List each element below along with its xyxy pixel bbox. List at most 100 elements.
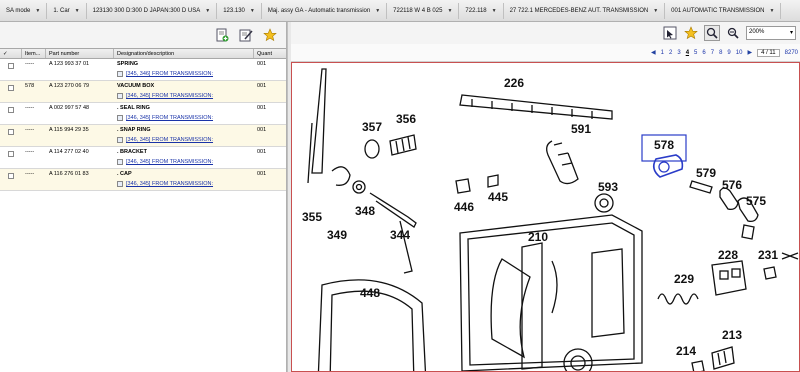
callout-label[interactable]: 591 [571, 122, 591, 136]
breadcrumb-item[interactable]: 27 722.1 MERCEDES-BENZ AUT. TRANSMISSION… [504, 2, 666, 19]
document-icon [117, 181, 123, 187]
item-number: ----- [25, 61, 35, 67]
breadcrumb-item[interactable]: 722.118 ▼ [459, 2, 504, 19]
table-row[interactable]: ----- A 115 994 29 35 . SNAP RING [346, 345… [0, 125, 286, 147]
col-header-item[interactable]: Item... [22, 49, 46, 58]
callout-label[interactable]: 445 [488, 190, 508, 204]
page-navigator: ◀ 1 2 3 4 5 6 7 8 9 10 ▶ 4 / 11 8270 [291, 44, 800, 62]
row-checkbox[interactable] [8, 63, 14, 69]
parts-list-toolbar [0, 22, 286, 48]
callout-label[interactable]: 355 [302, 210, 322, 224]
page-link[interactable]: 5 [694, 50, 697, 56]
callout-label[interactable]: 448 [360, 286, 380, 300]
edit-note-icon[interactable] [238, 27, 254, 43]
breadcrumb-item[interactable]: Maj. assy GA - Automatic transmission ▼ [262, 2, 388, 19]
zoom-out-icon[interactable] [725, 25, 741, 41]
next-page-icon[interactable]: ▶ [747, 49, 752, 56]
favorite-star-icon[interactable] [683, 25, 699, 41]
footnote-link[interactable]: [346, 345] FROM TRANSMISSION: [117, 159, 251, 165]
callout-label[interactable]: 231 [758, 248, 778, 262]
col-header-quantity[interactable]: Quant [254, 49, 285, 58]
breadcrumb-label: 27 722.1 MERCEDES-BENZ AUT. TRANSMISSION [509, 7, 649, 14]
zoom-area-icon[interactable] [704, 25, 720, 41]
part-number: A 116 276 01 83 [49, 171, 89, 177]
col-header-check[interactable]: ✓ [0, 49, 22, 58]
table-row[interactable]: ----- A 002 997 57 48 . SEAL RING [346, 345… [0, 103, 286, 125]
document-icon [117, 93, 123, 99]
page-link[interactable]: 6 [702, 50, 705, 56]
part-designation: SPRING [117, 61, 139, 67]
drawing-toolbar: 200% ▾ [291, 22, 800, 44]
callout-label[interactable]: 356 [396, 112, 416, 126]
chevron-down-icon: ▼ [447, 7, 453, 14]
breadcrumb-label: 001 AUTOMATIC TRANSMISSION [671, 7, 765, 14]
table-row[interactable]: ----- A 114 277 02 40 . BRACKET [346, 345] … [0, 147, 286, 169]
row-checkbox[interactable] [8, 173, 14, 179]
page-link[interactable]: 8 [719, 50, 722, 56]
favorite-star-icon[interactable] [262, 27, 278, 43]
breadcrumb-item[interactable]: 1. Car ▼ [47, 2, 87, 19]
breadcrumb-item[interactable]: 123.130 ▼ [217, 2, 262, 19]
table-row[interactable]: 578 A 123 270 06 79 VACUUM BOX [346, 345] F… [0, 81, 286, 103]
item-number: ----- [25, 127, 35, 133]
exploded-parts-drawing[interactable]: 226 578 357 356 591 579 576 593 575 355 348 349 344 4… [291, 62, 800, 372]
page-link[interactable]: 3 [677, 50, 680, 56]
item-number: ----- [25, 171, 35, 177]
callout-label[interactable]: 575 [746, 194, 766, 208]
row-checkbox[interactable] [8, 85, 14, 91]
page-link[interactable]: 2 [669, 50, 672, 56]
callout-label[interactable]: 228 [718, 248, 738, 262]
chevron-down-icon: ▼ [205, 7, 211, 14]
callout-label[interactable]: 210 [528, 230, 548, 244]
row-checkbox[interactable] [8, 151, 14, 157]
page-link[interactable]: 9 [727, 50, 730, 56]
chevron-down-icon: ▼ [249, 7, 255, 14]
page-link[interactable]: 4 [686, 50, 689, 56]
footnote-link[interactable]: [346, 345] FROM TRANSMISSION: [117, 181, 251, 187]
table-row[interactable]: ----- A 116 276 01 83 . CAP [346, 345] FROM… [0, 169, 286, 191]
drawing-panel: 200% ▾ ◀ 1 2 3 4 5 6 7 8 9 10 ▶ 4 / 11 8270 [291, 22, 800, 372]
callout-label[interactable]: 344 [390, 228, 410, 242]
breadcrumb-label: 722.118 [465, 7, 487, 14]
select-tool-icon[interactable] [662, 25, 678, 41]
callout-label[interactable]: 226 [504, 76, 524, 90]
item-number: 578 [25, 83, 35, 89]
callout-label[interactable]: 214 [676, 344, 696, 358]
page-link[interactable]: 7 [711, 50, 714, 56]
col-header-part-number[interactable]: Part number [46, 49, 114, 58]
footnote-link[interactable]: [346, 345] FROM TRANSMISSION: [117, 137, 251, 143]
part-number: A 123 270 06 79 [49, 83, 90, 89]
footnote-link[interactable]: [346, 345] FROM TRANSMISSION: [117, 115, 251, 121]
breadcrumb-item[interactable]: SA mode ▼ [0, 2, 48, 19]
page-link[interactable]: 10 [736, 50, 743, 56]
callout-label[interactable]: 446 [454, 200, 474, 214]
drawing-canvas: 226 578 357 356 591 579 576 593 575 355 348 349 344 4… [302, 68, 799, 371]
prev-page-icon[interactable]: ◀ [651, 49, 656, 56]
document-icon [117, 115, 123, 121]
row-checkbox[interactable] [8, 129, 14, 135]
callout-label[interactable]: 357 [362, 120, 382, 134]
breadcrumb-label: 123.130 [223, 7, 245, 14]
callout-label[interactable]: 348 [355, 204, 375, 218]
callout-label[interactable]: 579 [696, 166, 716, 180]
callout-label[interactable]: 578 [654, 138, 674, 152]
col-header-designation[interactable]: Designation/description [114, 49, 254, 58]
breadcrumb-label: 1. Car [53, 7, 70, 14]
callout-label[interactable]: 576 [722, 178, 742, 192]
row-checkbox[interactable] [8, 107, 14, 113]
footnote-link[interactable]: [346, 345] FROM TRANSMISSION: [117, 93, 251, 99]
breadcrumb-item[interactable]: 123130 300 D:300 D JAPAN:300 D USA ▼ [87, 2, 218, 19]
callout-label[interactable]: 349 [327, 228, 347, 242]
breadcrumb-item[interactable]: 001 AUTOMATIC TRANSMISSION ▼ [665, 2, 782, 19]
footnote-link[interactable]: [345, 346] FROM TRANSMISSION: [117, 71, 251, 77]
table-row[interactable]: ----- A 123 993 37 01 SPRING [345, 346] FRO… [0, 59, 286, 81]
breadcrumb-item[interactable]: 722118 W 4 B 025 ▼ [387, 2, 460, 19]
callout-label[interactable]: 593 [598, 180, 618, 194]
callout-label[interactable]: 229 [674, 272, 694, 286]
page-link[interactable]: 1 [661, 50, 664, 56]
zoom-select[interactable]: 200% ▾ [746, 26, 796, 40]
quantity: 001 [257, 83, 267, 89]
callout-label[interactable]: 213 [722, 328, 742, 342]
add-to-list-icon[interactable] [214, 27, 230, 43]
chevron-down-icon: ▼ [375, 7, 381, 14]
